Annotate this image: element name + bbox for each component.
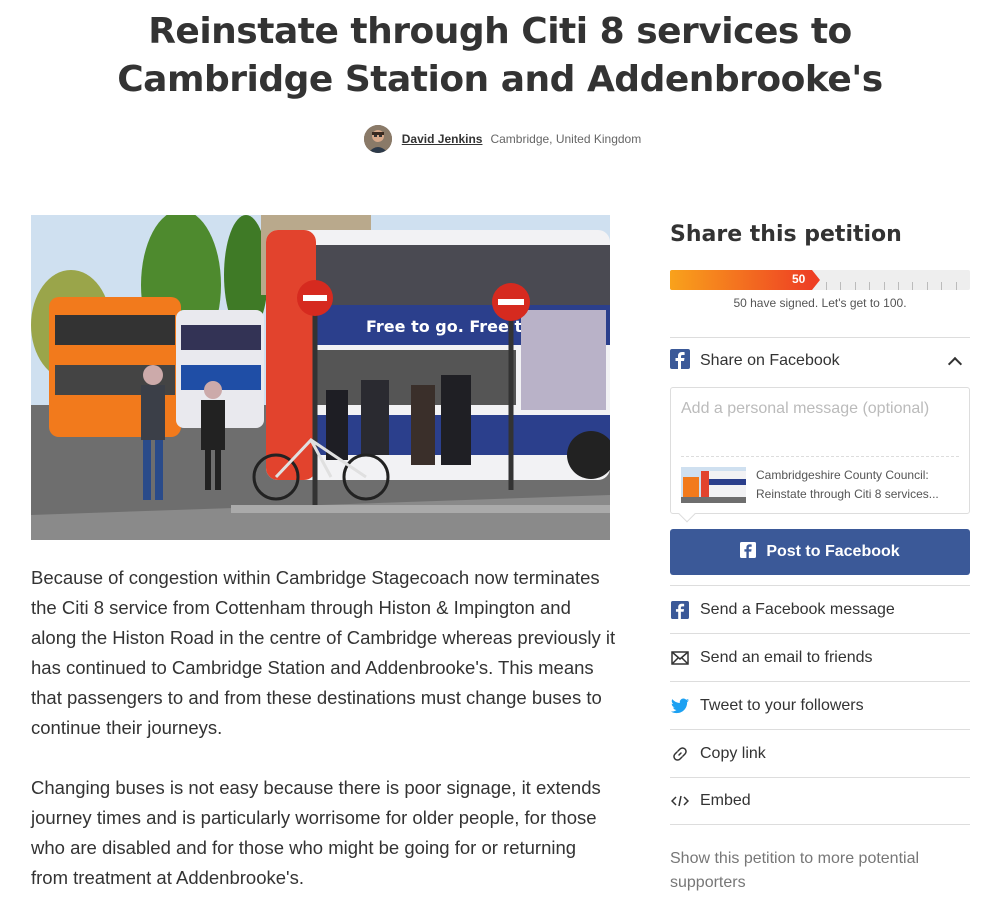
post-to-facebook-button[interactable]: Post to Facebook <box>670 529 970 575</box>
share-item-label: Tweet to your followers <box>700 696 864 714</box>
message-separator <box>681 456 959 457</box>
facebook-icon <box>670 600 690 620</box>
petition-title: Reinstate through Citi 8 services to Cam… <box>117 11 883 100</box>
progress-tick <box>941 282 942 290</box>
progress-fill <box>670 270 812 290</box>
signature-progress-bar: 50 <box>670 270 970 290</box>
personal-message-input[interactable] <box>681 400 969 418</box>
story-paragraph: Because of congestion within Cambridge S… <box>31 567 616 738</box>
share-embed[interactable]: Embed <box>670 777 970 825</box>
chevron-up-icon[interactable] <box>947 356 963 372</box>
author-name-link[interactable]: David Jenkins <box>402 132 483 146</box>
share-facebook-message[interactable]: Send a Facebook message <box>670 585 970 633</box>
author-avatar[interactable] <box>363 125 392 153</box>
preview-thumbnail <box>681 467 746 503</box>
progress-tick <box>869 282 870 290</box>
share-email[interactable]: Send an email to friends <box>670 633 970 681</box>
share-sidebar: Share this petition 50 50 have signed. L… <box>670 215 970 895</box>
progress-text: 50 have signed. Let's get to 100. <box>733 296 907 310</box>
facebook-message-box: Cambridgeshire County Council: Reinstate… <box>670 387 970 523</box>
petition-story: Because of congestion within Cambridge S… <box>31 563 616 907</box>
facebook-share-toggle[interactable]: Share on Facebook <box>670 338 970 384</box>
share-copy-link[interactable]: Copy link <box>670 729 970 777</box>
progress-tick <box>956 282 957 290</box>
author-byline: David Jenkins Cambridge, United Kingdom <box>0 125 1005 153</box>
progress-arrow <box>812 270 820 290</box>
progress-tick <box>826 282 827 290</box>
code-icon <box>670 791 690 811</box>
share-tweet[interactable]: Tweet to your followers <box>670 681 970 729</box>
share-options-list: Send a Facebook message Send an email to… <box>670 585 970 825</box>
author-location: Cambridge, United Kingdom <box>490 132 642 146</box>
story-paragraph: Changing buses is not easy because there… <box>31 777 601 888</box>
twitter-icon <box>670 696 690 716</box>
post-button-label: Post to Facebook <box>766 543 900 560</box>
link-icon <box>670 744 690 764</box>
petition-photo: Free to go. Free to sta <box>31 215 610 540</box>
share-title: Share this petition <box>670 222 902 247</box>
share-item-label: Send an email to friends <box>700 648 873 666</box>
share-item-label: Send a Facebook message <box>700 600 895 618</box>
preview-text: Cambridgeshire County Council: Reinstate… <box>756 468 939 501</box>
progress-tick <box>912 282 913 290</box>
progress-tick <box>855 282 856 290</box>
show-more-supporters-link[interactable]: Show this petition to more potential sup… <box>670 847 970 895</box>
progress-tick <box>898 282 899 290</box>
progress-tick <box>884 282 885 290</box>
facebook-icon <box>670 348 690 374</box>
facebook-icon <box>740 541 757 563</box>
share-item-label: Copy link <box>700 744 766 762</box>
box-pointer <box>678 505 696 523</box>
share-item-label: Embed <box>700 792 751 809</box>
facebook-share-label: Share on Facebook <box>700 352 840 369</box>
progress-tick <box>927 282 928 290</box>
signature-count: 50 <box>792 272 806 286</box>
share-preview: Cambridgeshire County Council: Reinstate… <box>681 466 966 504</box>
progress-tick <box>840 282 841 290</box>
email-icon <box>670 648 690 668</box>
